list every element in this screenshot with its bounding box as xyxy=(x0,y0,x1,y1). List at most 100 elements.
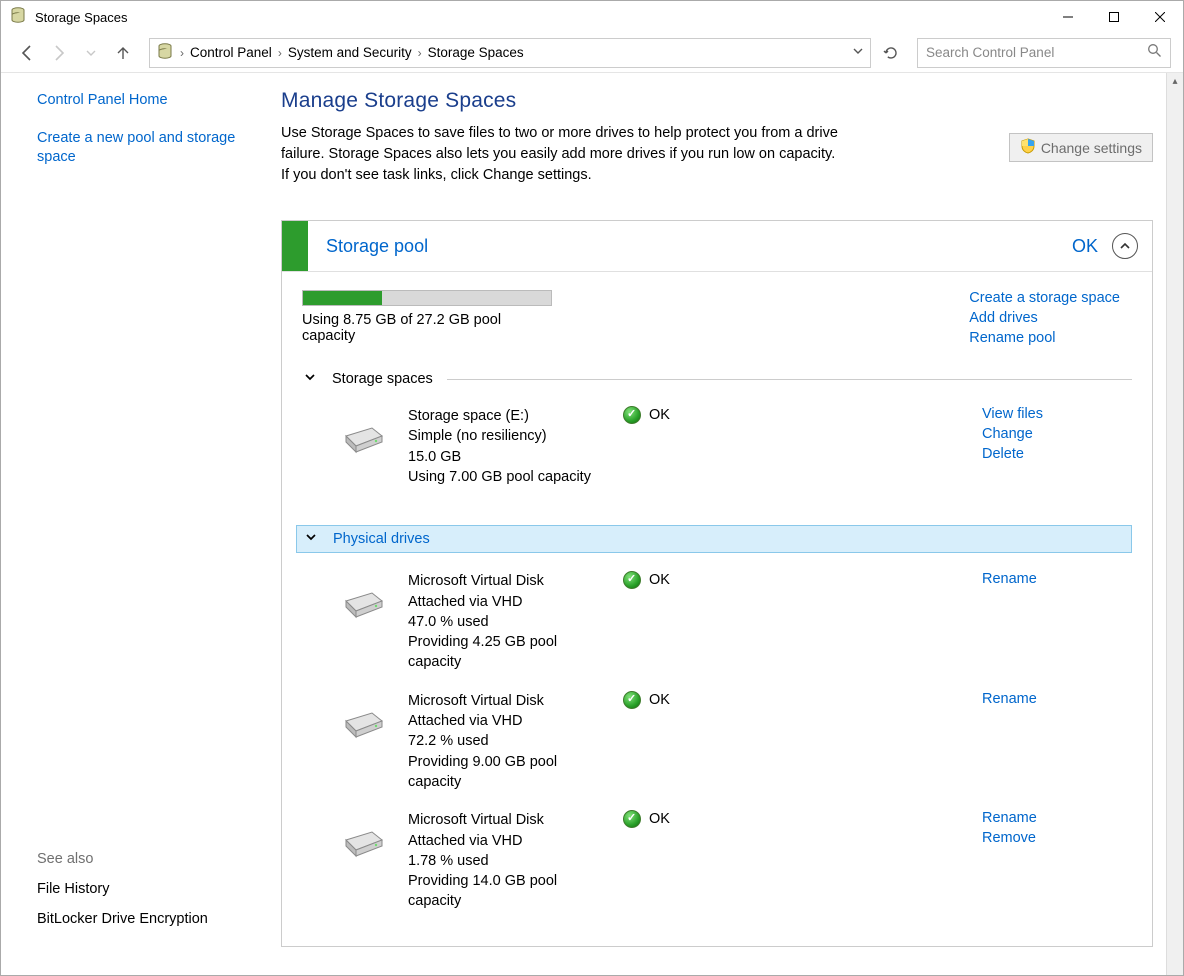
body-area: Control Panel Home Create a new pool and… xyxy=(1,73,1183,975)
address-bar[interactable]: › Control Panel › System and Security › … xyxy=(149,38,871,68)
physical-drives-section-header[interactable]: Physical drives xyxy=(296,525,1132,553)
chevron-right-icon[interactable]: › xyxy=(418,46,422,60)
status-cell: OK xyxy=(623,571,733,589)
address-icon xyxy=(156,42,174,64)
left-pane: Control Panel Home Create a new pool and… xyxy=(1,73,281,975)
info-line: Using 7.00 GB pool capacity xyxy=(408,467,603,487)
ok-badge-icon xyxy=(623,571,641,589)
info-line: Storage space (E:) xyxy=(408,406,603,426)
info-line: Microsoft Virtual Disk xyxy=(408,571,603,591)
info-line: Microsoft Virtual Disk xyxy=(408,691,603,711)
row-actions: Rename xyxy=(982,571,1132,587)
nav-row: › Control Panel › System and Security › … xyxy=(1,33,1183,73)
status-text: OK xyxy=(649,811,670,827)
info-line: Attached via VHD xyxy=(408,592,603,612)
chevron-down-icon xyxy=(302,370,318,388)
physical-drive-row: Microsoft Virtual DiskAttached via VHD1.… xyxy=(302,806,1132,925)
create-pool-link[interactable]: Create a new pool and storage space xyxy=(37,129,267,168)
refresh-button[interactable] xyxy=(875,38,907,68)
pool-usage-bar xyxy=(302,290,552,306)
physical-drive-info: Microsoft Virtual DiskAttached via VHD1.… xyxy=(408,810,603,911)
info-line: Providing 14.0 GB pool capacity xyxy=(408,871,603,912)
physical-drive-row: Microsoft Virtual DiskAttached via VHD47… xyxy=(302,567,1132,686)
info-line: Attached via VHD xyxy=(408,711,603,731)
rename-link[interactable]: Rename xyxy=(982,691,1120,707)
pool-body: Using 8.75 GB of 27.2 GB pool capacity C… xyxy=(282,271,1152,946)
chevron-right-icon[interactable]: › xyxy=(180,46,184,60)
storage-pool-card: Storage pool OK Using 8.75 GB of 27.2 GB… xyxy=(281,220,1153,947)
see-also-link[interactable]: File History xyxy=(37,881,267,897)
control-panel-home-link[interactable]: Control Panel Home xyxy=(37,91,267,111)
physical-drive-row: Microsoft Virtual DiskAttached via VHD72… xyxy=(302,687,1132,806)
info-line: 15.0 GB xyxy=(408,447,603,467)
title-bar: Storage Spaces xyxy=(1,1,1183,33)
add-drives-link[interactable]: Add drives xyxy=(969,310,1120,326)
change-settings-button[interactable]: Change settings xyxy=(1009,133,1153,162)
breadcrumb-item[interactable]: Control Panel xyxy=(190,45,272,60)
view-files-link[interactable]: View files xyxy=(982,406,1120,422)
remove-link[interactable]: Remove xyxy=(982,830,1120,846)
row-actions: Rename xyxy=(982,691,1132,707)
info-line: Providing 9.00 GB pool capacity xyxy=(408,752,603,793)
nav-up-button[interactable] xyxy=(109,39,137,67)
ok-badge-icon xyxy=(623,691,641,709)
address-dropdown-icon[interactable] xyxy=(852,44,864,61)
pool-header: Storage pool OK xyxy=(282,221,1152,271)
drive-icon xyxy=(342,810,388,858)
window-title: Storage Spaces xyxy=(35,10,128,25)
search-placeholder: Search Control Panel xyxy=(926,45,1054,60)
storage-space-info: Storage space (E:)Simple (no resiliency)… xyxy=(408,406,603,487)
nav-back-button[interactable] xyxy=(13,39,41,67)
status-cell: OK xyxy=(623,691,733,709)
pool-status-bar xyxy=(282,221,308,271)
page-description: Use Storage Spaces to save files to two … xyxy=(281,123,841,186)
vertical-scrollbar[interactable]: ▴ xyxy=(1166,73,1183,975)
section-title: Physical drives xyxy=(333,531,430,547)
info-line: Attached via VHD xyxy=(408,831,603,851)
pool-usage-text: Using 8.75 GB of 27.2 GB pool capacity xyxy=(302,312,522,344)
status-text: OK xyxy=(649,692,670,708)
physical-drive-info: Microsoft Virtual DiskAttached via VHD72… xyxy=(408,691,603,792)
row-actions: View files Change Delete xyxy=(982,406,1132,462)
page-title: Manage Storage Spaces xyxy=(281,89,1153,113)
storage-spaces-section-header[interactable]: Storage spaces xyxy=(302,370,1132,388)
breadcrumb-item[interactable]: System and Security xyxy=(288,45,412,60)
search-input[interactable]: Search Control Panel xyxy=(917,38,1171,68)
info-line: 72.2 % used xyxy=(408,731,603,751)
see-also-link[interactable]: BitLocker Drive Encryption xyxy=(37,911,267,927)
collapse-button[interactable] xyxy=(1112,233,1138,259)
section-title: Storage spaces xyxy=(332,371,433,387)
chevron-right-icon[interactable]: › xyxy=(278,46,282,60)
nav-recent-dropdown[interactable] xyxy=(77,39,105,67)
rename-link[interactable]: Rename xyxy=(982,810,1120,826)
physical-drive-info: Microsoft Virtual DiskAttached via VHD47… xyxy=(408,571,603,672)
scroll-up-icon[interactable]: ▴ xyxy=(1167,73,1183,90)
nav-forward-button[interactable] xyxy=(45,39,73,67)
create-storage-space-link[interactable]: Create a storage space xyxy=(969,290,1120,306)
row-actions: Rename Remove xyxy=(982,810,1132,846)
info-line: 47.0 % used xyxy=(408,612,603,632)
drive-icon xyxy=(342,406,388,454)
minimize-button[interactable] xyxy=(1045,1,1091,33)
info-line: 1.78 % used xyxy=(408,851,603,871)
chevron-down-icon xyxy=(303,530,319,548)
close-button[interactable] xyxy=(1137,1,1183,33)
ok-badge-icon xyxy=(623,810,641,828)
pool-status-text: OK xyxy=(1072,236,1098,257)
shield-icon xyxy=(1020,138,1036,157)
status-cell: OK xyxy=(623,810,733,828)
delete-link[interactable]: Delete xyxy=(982,446,1120,462)
divider xyxy=(447,379,1132,380)
change-link[interactable]: Change xyxy=(982,426,1120,442)
see-also-heading: See also xyxy=(37,851,267,867)
status-text: OK xyxy=(649,572,670,588)
info-line: Simple (no resiliency) xyxy=(408,426,603,446)
app-icon xyxy=(9,6,27,28)
search-icon xyxy=(1147,43,1162,62)
rename-link[interactable]: Rename xyxy=(982,571,1120,587)
info-line: Providing 4.25 GB pool capacity xyxy=(408,632,603,673)
breadcrumb-item[interactable]: Storage Spaces xyxy=(428,45,524,60)
rename-pool-link[interactable]: Rename pool xyxy=(969,330,1120,346)
maximize-button[interactable] xyxy=(1091,1,1137,33)
pool-title: Storage pool xyxy=(326,236,1072,257)
